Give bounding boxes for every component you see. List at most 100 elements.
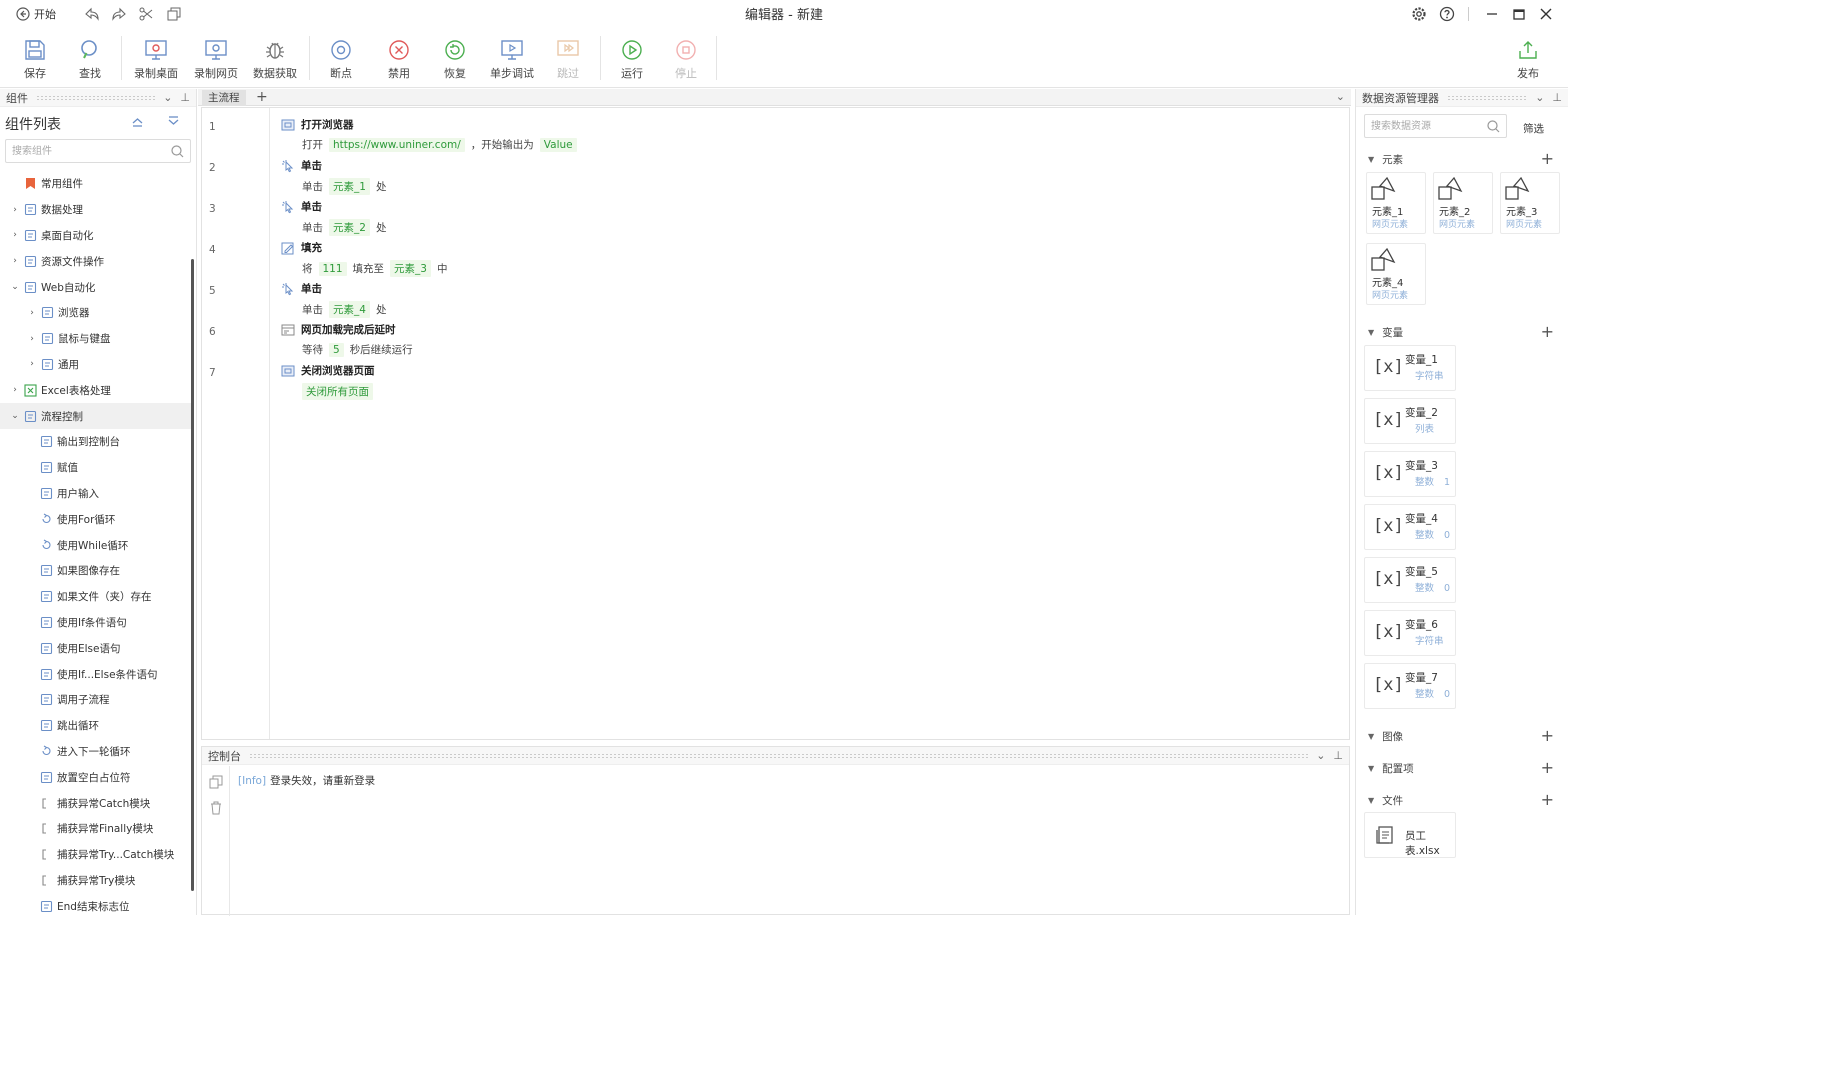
restore-button[interactable]: 恢复 xyxy=(427,38,483,81)
chevron-down-icon[interactable]: ⌄ xyxy=(1535,91,1544,104)
tree-item[interactable]: 捕获异常Catch模块 xyxy=(0,790,192,816)
flow-step[interactable]: 单击 单击 元素_1 处 xyxy=(281,158,386,195)
tree-item[interactable]: 赋值 xyxy=(0,455,192,481)
resource-search-input[interactable] xyxy=(1365,115,1506,137)
flow-step[interactable]: 单击 单击 元素_4 处 xyxy=(281,281,386,318)
pin-icon[interactable]: ⊥ xyxy=(1333,749,1343,762)
tree-item[interactable]: 使用Else语句 xyxy=(0,635,192,661)
tree-item[interactable]: › 资源文件操作 xyxy=(0,248,192,274)
element-card[interactable]: 元素_3 网页元素 xyxy=(1500,172,1560,234)
run-button[interactable]: 运行 xyxy=(604,38,660,81)
search-icon[interactable] xyxy=(1487,120,1500,133)
chevron-right-icon[interactable]: › xyxy=(10,256,20,266)
panel-grip[interactable] xyxy=(249,752,1309,759)
pin-icon[interactable]: ⊥ xyxy=(1552,91,1562,104)
breakpoint-button[interactable]: 断点 xyxy=(313,38,369,81)
tree-item[interactable]: 使用If条件语句 xyxy=(0,610,192,636)
tree-item[interactable]: 捕获异常Try...Catch模块 xyxy=(0,842,192,868)
section-elements[interactable]: ▼ 元素 xyxy=(1368,152,1403,167)
tree-item[interactable]: › 数据处理 xyxy=(0,197,192,223)
step-param-tag[interactable]: 元素_4 xyxy=(329,301,370,318)
tree-item[interactable]: › 浏览器 xyxy=(0,300,192,326)
step-param-tag[interactable]: 元素_2 xyxy=(329,219,370,236)
step-param-tag[interactable]: https://www.uniner.com/ xyxy=(329,137,465,152)
close-icon[interactable] xyxy=(1538,6,1554,22)
step-param-tag[interactable]: 关闭所有页面 xyxy=(302,383,373,400)
tree-item[interactable]: ⌄ Web自动化 xyxy=(0,274,192,300)
collapse-all-icon[interactable] xyxy=(131,115,144,128)
tree-item[interactable]: › 通用 xyxy=(0,352,192,378)
chevron-down-icon[interactable]: ⌄ xyxy=(10,282,20,292)
chevron-right-icon[interactable]: › xyxy=(27,308,37,318)
chevron-right-icon[interactable]: › xyxy=(27,359,37,369)
trash-icon[interactable] xyxy=(209,801,223,815)
disable-button[interactable]: 禁用 xyxy=(371,38,427,81)
flow-step[interactable]: 单击 单击 元素_2 处 xyxy=(281,199,386,236)
flow-step[interactable]: 打开浏览器 打开 https://www.uniner.com/ ，开始输出为 Valu… xyxy=(281,117,577,152)
pin-icon[interactable]: ⊥ xyxy=(180,91,190,104)
record-web-button[interactable]: 录制网页 xyxy=(188,38,244,81)
tree-item[interactable]: ⌄ 流程控制 xyxy=(0,403,192,429)
find-button[interactable]: 查找 xyxy=(62,38,118,81)
add-image-button[interactable]: + xyxy=(1541,728,1554,744)
panel-grip[interactable] xyxy=(36,94,156,101)
variable-card[interactable]: [x] 变量_7 整数 0 xyxy=(1364,663,1456,709)
add-file-button[interactable]: + xyxy=(1541,792,1554,808)
chevron-right-icon[interactable]: › xyxy=(10,230,20,240)
chevron-down-icon[interactable]: ⌄ xyxy=(1336,90,1345,103)
resource-search[interactable] xyxy=(1364,114,1507,138)
minimize-icon[interactable] xyxy=(1484,6,1500,22)
maximize-icon[interactable] xyxy=(1511,6,1527,22)
cut-icon[interactable] xyxy=(138,6,154,22)
stop-button[interactable]: 停止 xyxy=(658,38,714,81)
variable-card[interactable]: [x] 变量_1 字符串 xyxy=(1364,345,1456,391)
expand-all-icon[interactable] xyxy=(167,115,180,128)
step-param-tag[interactable]: Value xyxy=(539,137,577,152)
tree-item[interactable]: 用户输入 xyxy=(0,481,192,507)
tree-item[interactable]: End结束标志位 xyxy=(0,893,192,915)
tree-item[interactable]: 调用子流程 xyxy=(0,687,192,713)
tree-item[interactable]: 如果图像存在 xyxy=(0,558,192,584)
copy-icon[interactable] xyxy=(166,6,182,22)
tree-item[interactable]: 如果文件（夹）存在 xyxy=(0,584,192,610)
data-capture-button[interactable]: 数据获取 xyxy=(247,38,303,81)
section-config[interactable]: ▼ 配置项 xyxy=(1368,761,1414,776)
tree-item[interactable]: 捕获异常Finally模块 xyxy=(0,816,192,842)
skip-button[interactable]: 跳过 xyxy=(540,38,596,81)
element-card[interactable]: 元素_4 网页元素 xyxy=(1366,243,1426,305)
chevron-down-icon[interactable]: ⌄ xyxy=(10,411,20,421)
section-variables[interactable]: ▼ 变量 xyxy=(1368,325,1403,340)
undo-icon[interactable] xyxy=(84,6,100,22)
component-tree-scrollbar[interactable] xyxy=(191,259,194,891)
add-element-button[interactable]: + xyxy=(1541,151,1554,167)
tree-item[interactable]: 使用While循环 xyxy=(0,532,192,558)
tree-item[interactable]: › Excel表格处理 xyxy=(0,377,192,403)
variable-card[interactable]: [x] 变量_2 列表 xyxy=(1364,398,1456,444)
tree-item[interactable]: 常用组件 xyxy=(0,171,192,197)
element-card[interactable]: 元素_1 网页元素 xyxy=(1366,172,1426,234)
variable-card[interactable]: [x] 变量_3 整数 1 xyxy=(1364,451,1456,497)
step-debug-button[interactable]: 单步调试 xyxy=(484,38,540,81)
variable-card[interactable]: [x] 变量_4 整数 0 xyxy=(1364,504,1456,550)
tree-item[interactable]: 进入下一轮循环 xyxy=(0,739,192,765)
tree-item[interactable]: 捕获异常Try模块 xyxy=(0,868,192,894)
tree-item[interactable]: 输出到控制台 xyxy=(0,429,192,455)
step-param-tag[interactable]: 元素_1 xyxy=(329,178,370,195)
component-search[interactable] xyxy=(5,139,191,163)
section-images[interactable]: ▼ 图像 xyxy=(1368,729,1403,744)
panel-grip[interactable] xyxy=(1447,94,1528,101)
tree-item[interactable]: 使用If...Else条件语句 xyxy=(0,661,192,687)
chevron-down-icon[interactable]: ⌄ xyxy=(163,91,172,104)
step-param-tag[interactable]: 111 xyxy=(318,261,347,276)
chevron-right-icon[interactable]: › xyxy=(10,385,20,395)
chevron-right-icon[interactable]: › xyxy=(27,334,37,344)
flow-step[interactable]: 网页加载完成后延时 等待 5 秒后继续运行 xyxy=(281,322,413,357)
chevron-down-icon[interactable]: ⌄ xyxy=(1316,749,1325,762)
step-param-tag[interactable]: 元素_3 xyxy=(390,260,431,277)
tree-item[interactable]: › 鼠标与键盘 xyxy=(0,326,192,352)
flow-step[interactable]: 关闭浏览器页面 关闭所有页面 xyxy=(281,363,375,400)
tree-item[interactable]: 跳出循环 xyxy=(0,713,192,739)
save-button[interactable]: 保存 xyxy=(7,38,63,81)
record-desktop-button[interactable]: 录制桌面 xyxy=(128,38,184,81)
tab-main-flow[interactable]: 主流程 xyxy=(202,90,246,106)
